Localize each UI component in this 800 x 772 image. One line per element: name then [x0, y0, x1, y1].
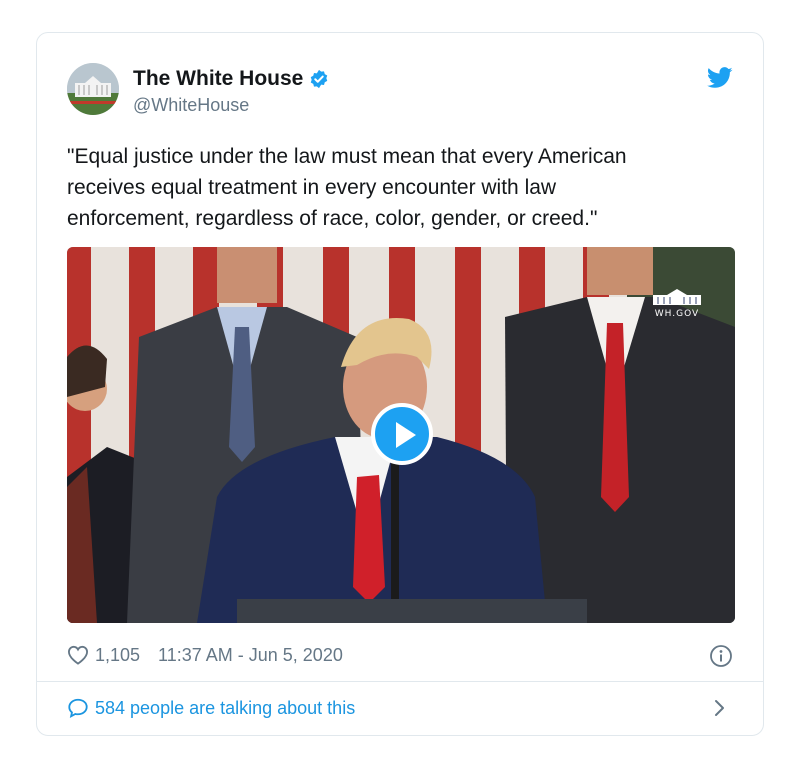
watermark-text: WH.GOV — [654, 309, 700, 319]
chevron-right-icon[interactable] — [713, 699, 725, 717]
divider — [37, 681, 763, 682]
twitter-bird-icon[interactable] — [707, 67, 733, 89]
avatar[interactable] — [67, 63, 119, 115]
tweet-text: "Equal justice under the law must mean t… — [67, 145, 627, 230]
info-icon[interactable] — [709, 644, 733, 668]
tweet-header: The White House @WhiteHouse — [67, 63, 733, 119]
display-name[interactable]: The White House — [133, 67, 303, 91]
conversation-label[interactable]: 584 people are talking about this — [95, 698, 355, 719]
heart-icon[interactable] — [67, 645, 89, 665]
whitehouse-watermark: WH.GOV — [649, 287, 705, 319]
play-button[interactable] — [371, 403, 433, 465]
white-house-avatar-image — [67, 63, 119, 115]
conversation-link[interactable]: 584 people are talking about this — [67, 693, 733, 723]
white-house-logo-icon — [653, 289, 701, 305]
like-count[interactable]: 1,105 — [95, 645, 140, 666]
tweet-meta-row: 1,105 11:37 AM - Jun 5, 2020 — [67, 641, 733, 669]
video-thumbnail[interactable]: WH.GOV — [67, 247, 735, 623]
play-icon — [396, 422, 416, 448]
verified-badge-icon — [311, 69, 328, 89]
tweet-embed-card: The White House @WhiteHouse "Equal justi… — [36, 32, 764, 736]
user-handle[interactable]: @WhiteHouse — [133, 95, 249, 116]
timestamp[interactable]: 11:37 AM - Jun 5, 2020 — [158, 645, 343, 666]
speech-bubble-icon — [68, 698, 88, 719]
